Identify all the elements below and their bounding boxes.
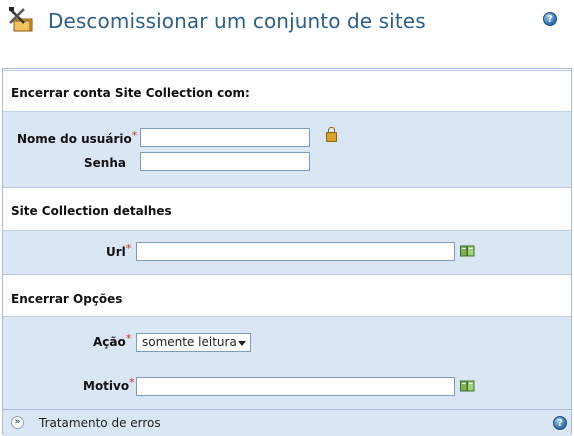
username-input[interactable] — [140, 128, 310, 147]
required-marker: * — [129, 376, 135, 389]
address-book-icon[interactable] — [460, 245, 475, 257]
details-section-heading: Site Collection detalhes — [3, 187, 571, 230]
url-label: Url* — [106, 242, 132, 259]
action-select[interactable]: somente leitura — [136, 333, 251, 352]
details-heading-text: Site Collection detalhes — [11, 204, 172, 218]
username-label: Nome do usuário* — [17, 129, 138, 146]
help-icon[interactable]: ? — [553, 416, 567, 430]
action-label: Ação* — [93, 332, 132, 349]
required-marker: * — [125, 332, 132, 345]
required-marker: * — [131, 129, 138, 142]
page-title: Descomissionar um conjunto de sites — [48, 9, 426, 33]
details-section: Url* — [3, 230, 571, 274]
url-label-text: Url — [106, 245, 126, 259]
help-icon[interactable]: ? — [543, 12, 557, 26]
reason-label-text: Motivo — [83, 379, 130, 393]
reason-label: Motivo* — [83, 376, 135, 393]
error-handling-bar[interactable]: » Tratamento de erros ? — [3, 409, 571, 436]
decommission-tools-icon — [9, 7, 33, 32]
password-input[interactable] — [140, 152, 310, 171]
title-bar: Descomissionar um conjunto de sites ? — [0, 0, 574, 68]
options-section: Ação* somente leitura Motivo* — [3, 316, 571, 410]
username-label-text: Nome do usuário — [17, 132, 132, 146]
url-input[interactable] — [136, 242, 455, 261]
chevron-down-icon — [238, 341, 246, 346]
reason-input[interactable] — [136, 377, 455, 396]
action-label-text: Ação — [93, 335, 126, 349]
error-handling-label: Tratamento de erros — [39, 416, 161, 430]
lock-icon — [326, 127, 337, 142]
credentials-section-heading: Encerrar conta Site Collection com: — [3, 70, 571, 111]
password-label: Senha — [84, 156, 126, 170]
expand-chevron-icon[interactable]: » — [11, 416, 24, 429]
credentials-heading-text: Encerrar conta Site Collection com: — [11, 86, 250, 100]
action-selected-value: somente leitura — [142, 335, 237, 349]
options-section-heading: Encerrar Opções — [3, 274, 571, 316]
address-book-icon[interactable] — [460, 380, 475, 392]
required-marker: * — [125, 242, 132, 255]
credentials-section: Nome do usuário* Senha — [3, 111, 571, 187]
options-heading-text: Encerrar Opções — [11, 292, 123, 306]
